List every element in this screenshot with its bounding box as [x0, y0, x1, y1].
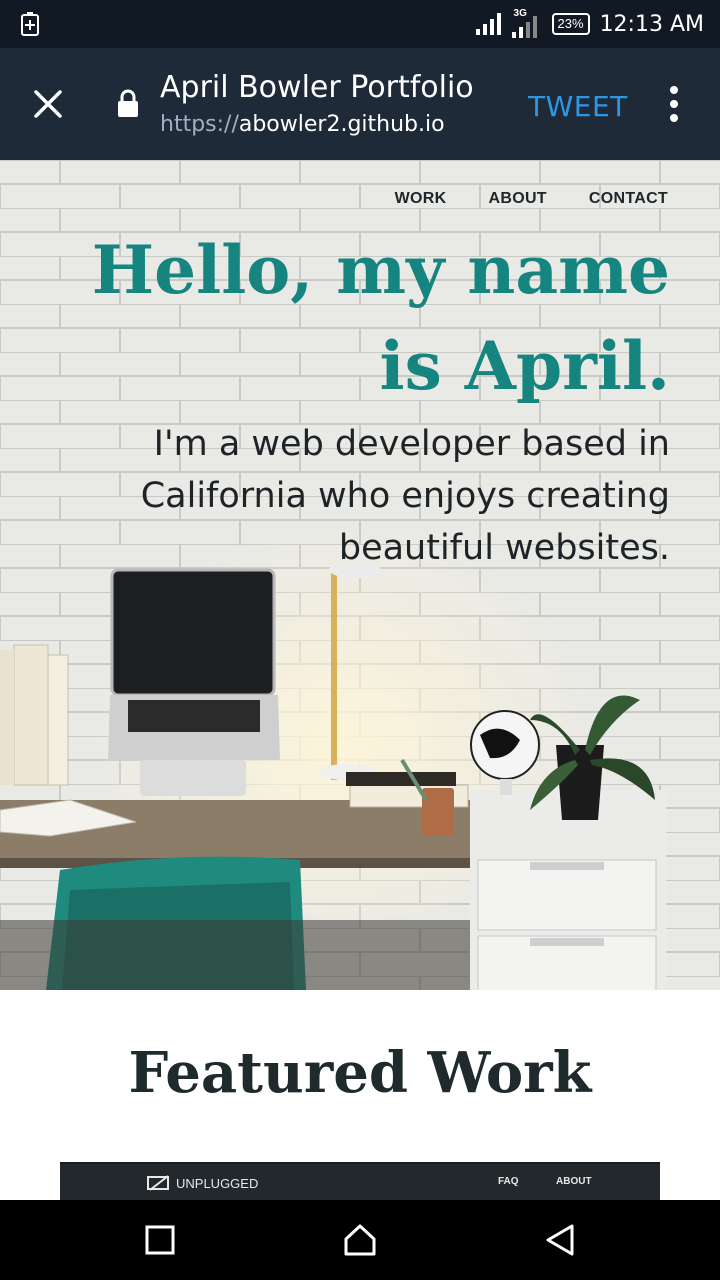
- system-navigation-bar: [0, 1200, 720, 1280]
- hero-headline: Hello, my name is April.: [91, 231, 670, 405]
- lock-icon: [118, 89, 138, 117]
- browser-toolbar: April Bowler Portfolio https://abowler2.…: [0, 48, 720, 160]
- signal-3g-icon: 3G: [511, 8, 542, 38]
- url-scheme: https://: [160, 112, 239, 137]
- more-options-icon[interactable]: [664, 84, 684, 124]
- home-icon[interactable]: [340, 1220, 380, 1260]
- battery-level: 23%: [551, 13, 590, 35]
- project-nav-about: ABOUT: [556, 1176, 592, 1187]
- nav-link-work[interactable]: WORK: [395, 190, 447, 208]
- page-url[interactable]: https://abowler2.github.io: [160, 112, 445, 137]
- hero-subheadline: I'm a web developer based in California …: [140, 424, 670, 568]
- status-bar: 3G 23% 12:13 AM: [0, 0, 720, 48]
- back-icon[interactable]: [540, 1220, 580, 1260]
- hero-section: WORK ABOUT CONTACT Hello, my name is Apr…: [0, 160, 720, 990]
- url-host: abowler2.github.io: [238, 112, 445, 137]
- unplugged-logo-icon: [147, 1175, 169, 1191]
- close-icon[interactable]: [30, 86, 66, 122]
- signal-icon: [475, 13, 501, 35]
- nav-link-contact[interactable]: CONTACT: [589, 190, 668, 208]
- clock: 12:13 AM: [599, 11, 704, 37]
- battery-charging-icon: [21, 12, 39, 36]
- featured-project-card[interactable]: UNPLUGGED FAQ ABOUT: [60, 1162, 660, 1200]
- project-logo-text: UNPLUGGED: [176, 1175, 259, 1191]
- tweet-button[interactable]: TWEET: [528, 90, 628, 123]
- project-nav-faq: FAQ: [498, 1176, 519, 1187]
- project-logo: UNPLUGGED: [146, 1174, 258, 1192]
- featured-work-title: Featured Work: [128, 1040, 592, 1106]
- recents-icon[interactable]: [140, 1220, 180, 1260]
- page-title: April Bowler Portfolio: [160, 70, 474, 105]
- nav-link-about[interactable]: ABOUT: [488, 190, 546, 208]
- site-nav: WORK ABOUT CONTACT: [395, 190, 668, 208]
